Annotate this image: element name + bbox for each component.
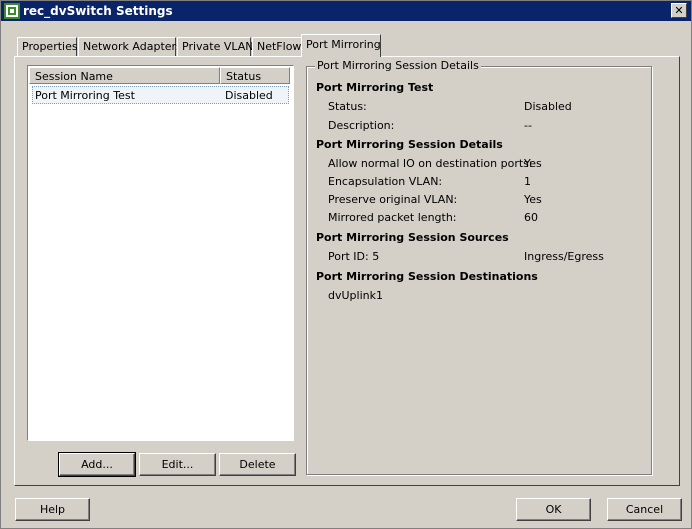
group-title: Port Mirroring Session Details xyxy=(315,59,481,72)
ok-button-label: OK xyxy=(545,503,562,516)
session-details-title: Port Mirroring Session Details xyxy=(316,138,503,151)
column-header-label: Status xyxy=(226,70,262,83)
tab-label: Properties xyxy=(22,40,78,53)
session-title: Port Mirroring Test xyxy=(316,81,434,94)
ok-button[interactable]: OK xyxy=(516,498,591,521)
tab-label: Private VLAN xyxy=(182,40,254,53)
tab-label: Network Adapters xyxy=(83,40,182,53)
port-id-label: Port ID: 5 xyxy=(328,250,380,263)
settings-dialog: rec_dvSwitch Settings ✕ Properties Netwo… xyxy=(0,0,692,529)
help-button-label: Help xyxy=(39,503,66,516)
column-header-status[interactable]: Status xyxy=(220,67,290,84)
cancel-button[interactable]: Cancel xyxy=(607,498,682,521)
tab-private-vlan[interactable]: Private VLAN xyxy=(177,37,254,56)
description-label: Description: xyxy=(328,119,395,132)
tab-port-mirroring[interactable]: Port Mirroring xyxy=(301,34,381,57)
tab-properties[interactable]: Properties xyxy=(17,37,78,56)
delete-button-label: Delete xyxy=(239,458,276,471)
session-list[interactable]: Session Name Status Port Mirroring Test … xyxy=(27,65,294,441)
delete-button[interactable]: Delete xyxy=(219,453,296,476)
edit-button[interactable]: Edit... xyxy=(139,453,216,476)
encapsulation-vlan-value: 1 xyxy=(524,175,531,188)
help-button[interactable]: Help xyxy=(15,498,90,521)
tab-netflow[interactable]: NetFlow xyxy=(252,37,302,56)
add-button[interactable]: Add... xyxy=(58,452,136,477)
close-button[interactable]: ✕ xyxy=(671,3,687,18)
close-icon: ✕ xyxy=(674,4,684,17)
tab-network-adapters[interactable]: Network Adapters xyxy=(78,37,182,56)
session-status-cell: Disabled xyxy=(225,89,273,102)
session-name-cell: Port Mirroring Test xyxy=(35,89,135,102)
port-id-value: Ingress/Egress xyxy=(524,250,604,263)
column-header-session-name[interactable]: Session Name xyxy=(29,67,220,84)
preserve-vlan-value: Yes xyxy=(524,193,542,206)
packet-length-label: Mirrored packet length: xyxy=(328,211,457,224)
tab-label: NetFlow xyxy=(257,40,302,53)
allow-io-label: Allow normal IO on destination ports: xyxy=(328,157,533,170)
session-sources-title: Port Mirroring Session Sources xyxy=(316,231,509,244)
tab-label: Port Mirroring xyxy=(306,38,381,51)
status-value: Disabled xyxy=(524,100,572,113)
description-value: -- xyxy=(524,119,532,132)
column-header-label: Session Name xyxy=(35,70,113,83)
preserve-vlan-label: Preserve original VLAN: xyxy=(328,193,458,206)
status-label: Status: xyxy=(328,100,367,113)
edit-button-label: Edit... xyxy=(161,458,194,471)
list-item[interactable]: Port Mirroring Test Disabled xyxy=(32,86,289,104)
encapsulation-vlan-label: Encapsulation VLAN: xyxy=(328,175,443,188)
title-bar[interactable]: rec_dvSwitch Settings ✕ xyxy=(1,1,691,21)
session-destinations-title: Port Mirroring Session Destinations xyxy=(316,270,538,283)
packet-length-value: 60 xyxy=(524,211,538,224)
window-title: rec_dvSwitch Settings xyxy=(23,4,173,18)
cancel-button-label: Cancel xyxy=(625,503,664,516)
allow-io-value: Yes xyxy=(524,157,542,170)
destination-value: dvUplink1 xyxy=(328,289,383,302)
vsphere-app-icon xyxy=(4,3,20,19)
add-button-label: Add... xyxy=(81,458,113,471)
